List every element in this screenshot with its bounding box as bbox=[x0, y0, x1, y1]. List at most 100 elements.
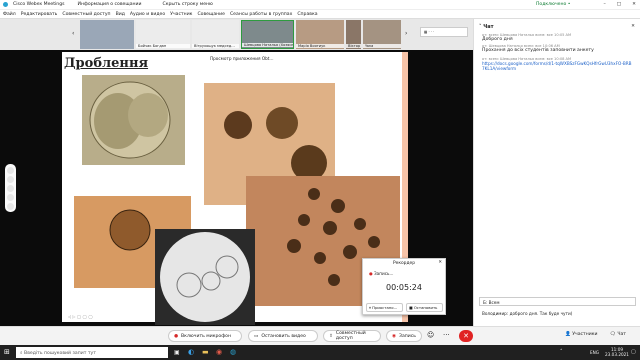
video-thumbnail[interactable]: Віктор bbox=[346, 20, 361, 49]
video-thumbnail[interactable]: Вітрухощук медсед… bbox=[192, 20, 239, 49]
stop-recording-button[interactable]: ■ Остановить bbox=[406, 303, 443, 312]
search-placeholder: Введіть пошуковий запит тут bbox=[24, 351, 96, 356]
menu-audio-video[interactable]: Аудио и видео bbox=[130, 12, 165, 17]
camera-icon: ▭ bbox=[254, 333, 259, 339]
eraser-tool-icon[interactable] bbox=[7, 203, 14, 210]
notification-icon[interactable]: ▢ bbox=[631, 349, 636, 355]
chrome-icon[interactable]: ◉ bbox=[216, 348, 222, 356]
edge-icon[interactable]: ◐ bbox=[188, 348, 194, 356]
mute-label: Включить микрофон bbox=[181, 333, 231, 339]
reactions-icon[interactable]: ☺ bbox=[427, 331, 434, 339]
message-text: Доброго дня bbox=[482, 37, 513, 42]
menu-participant[interactable]: Участник bbox=[170, 12, 192, 17]
recording-status-text: Запись... bbox=[374, 271, 394, 276]
stop-label: Остановить bbox=[413, 305, 438, 310]
record-icon: ◉ bbox=[392, 333, 397, 339]
video-button[interactable]: ▭ Остановить видео bbox=[248, 330, 318, 342]
title-bar: Cisco Webex Meetings Информация о совеща… bbox=[0, 0, 640, 10]
participants-icon: 👤 bbox=[565, 332, 571, 337]
taskbar-search[interactable]: ⌕ Введіть пошуковий запит тут bbox=[16, 347, 168, 358]
viewer-caption: Просмотр приложения Obt… bbox=[210, 56, 274, 61]
chat-message: от: всем: Шевцова Наталья всем: все 10:0… bbox=[482, 57, 632, 71]
clock-date: 23.03.2021 bbox=[605, 352, 629, 357]
more-options-icon[interactable]: ··· bbox=[443, 331, 450, 339]
scroll-left-icon[interactable]: ‹ bbox=[72, 30, 74, 37]
hide-menu-button[interactable]: Скрыть строку меню bbox=[163, 2, 213, 7]
pause-label: Приостано… bbox=[372, 305, 398, 310]
annotation-toolbar bbox=[5, 164, 16, 212]
menu-breakout[interactable]: Сеансы работы в группах bbox=[230, 12, 292, 17]
menu-edit[interactable]: Редактировать bbox=[21, 12, 58, 17]
chat-close-icon[interactable]: ✕ bbox=[631, 24, 635, 29]
recording-status: ● Запись... bbox=[369, 271, 393, 276]
video-thumbnail[interactable]: Yana bbox=[363, 20, 401, 49]
participant-count[interactable]: ▦ · · · bbox=[420, 27, 468, 37]
share-button[interactable]: ⇪ Совместный доступ bbox=[323, 330, 381, 342]
tray-up-icon[interactable]: ˄ bbox=[560, 349, 563, 355]
windows-start-icon[interactable]: ⊞ bbox=[4, 348, 10, 356]
recorder-popup: Рекордер ✕ ● Запись... 00:05:24 ⏸ Приост… bbox=[362, 258, 446, 315]
video-thumbnail[interactable]: Марія Воятиук bbox=[296, 20, 344, 49]
chat-icon: 🗨 bbox=[610, 332, 616, 337]
taskbar-clock[interactable]: 11:09 23.03.2021 bbox=[605, 347, 629, 357]
chat-panel-button[interactable]: 🗨 Чат bbox=[610, 332, 626, 337]
windows-taskbar: ⊞ ⌕ Введіть пошуковий запит тут ▣ ◐ ▬ ◉ … bbox=[0, 345, 640, 360]
language-indicator[interactable]: ENG bbox=[590, 350, 599, 355]
task-view-icon[interactable]: ▣ bbox=[174, 349, 180, 356]
webex-taskbar-icon[interactable]: ◍ bbox=[230, 348, 236, 356]
meeting-controls-bar bbox=[0, 326, 640, 345]
webex-logo-icon bbox=[3, 2, 8, 7]
meeting-info-button[interactable]: Информация о совещании bbox=[78, 2, 142, 7]
video-thumbnail[interactable]: Шевцова Наталья (Хозяин) bbox=[241, 20, 294, 49]
pointer-tool-icon[interactable] bbox=[7, 167, 14, 174]
recorder-close-icon[interactable]: ✕ bbox=[438, 260, 442, 265]
video-thumbnail[interactable] bbox=[80, 20, 134, 49]
chat-recipient[interactable]: Б: Всем bbox=[479, 297, 636, 306]
leave-meeting-button[interactable]: ✕ bbox=[459, 330, 473, 342]
menu-file[interactable]: Файл bbox=[3, 12, 16, 17]
chat-panel: ˅ Чат ✕ от: всем: Шевцова Наталья всем: … bbox=[473, 19, 640, 326]
thumbnail-label: Марія Воятиук bbox=[296, 44, 344, 48]
thumbnail-label: Вітрухощук медсед… bbox=[192, 44, 239, 48]
stop-icon: ■ bbox=[409, 305, 413, 310]
menu-view[interactable]: Вид bbox=[116, 12, 125, 17]
mute-button[interactable]: ● Включить микрофон bbox=[168, 330, 242, 342]
close-icon[interactable]: ✕ bbox=[632, 2, 636, 7]
recorder-title: Рекордер bbox=[393, 261, 415, 266]
participants-panel-button[interactable]: 👤 Участники bbox=[565, 332, 597, 337]
embryo-two-cell-image bbox=[82, 75, 185, 165]
presentation-slide: Дроблення Просмотр приложения Obt… ◁ ▷ ◯… bbox=[62, 52, 408, 325]
thumbnail-label: Шевцова Наталья (Хозяин) bbox=[242, 43, 293, 47]
chat-input[interactable]: Володимир: доброго дня. Так буде чути) bbox=[479, 309, 636, 319]
chat-title: Чат bbox=[483, 24, 494, 30]
video-thumbnail[interactable]: Бойчак Богдан bbox=[136, 20, 190, 49]
participants-label: Участники bbox=[572, 332, 598, 337]
record-button[interactable]: ◉ Запись bbox=[386, 330, 422, 342]
blastula-microscope-image bbox=[155, 229, 255, 325]
record-label: Запись bbox=[399, 333, 416, 339]
pause-recording-button[interactable]: ⏸ Приостано… bbox=[366, 303, 403, 312]
maximize-icon[interactable]: □ bbox=[617, 2, 621, 7]
scroll-right-icon[interactable]: › bbox=[405, 30, 407, 37]
message-text: Прохання до всіх студентів заповнити анк… bbox=[482, 48, 594, 53]
message-link[interactable]: https://docs.google.com/forms/d/1-tqWXBS… bbox=[482, 61, 632, 71]
shape-tool-icon[interactable] bbox=[7, 194, 14, 201]
text-tool-icon[interactable] bbox=[7, 176, 14, 183]
menu-meeting[interactable]: Совещание bbox=[197, 12, 225, 17]
menu-share[interactable]: Совместный доступ bbox=[62, 12, 110, 17]
draw-tool-icon[interactable] bbox=[7, 185, 14, 192]
pause-icon: ⏸ bbox=[369, 305, 371, 310]
mic-muted-icon: ● bbox=[174, 333, 179, 339]
explorer-icon[interactable]: ▬ bbox=[202, 348, 209, 356]
chat-label: Чат bbox=[617, 332, 626, 337]
search-icon: ⌕ bbox=[20, 351, 23, 356]
slide-nav-bar[interactable]: ◁ ▷ ◯ ◯ ◯ bbox=[68, 314, 148, 320]
thumbnail-label: Віктор bbox=[346, 44, 361, 48]
minimize-icon[interactable]: – bbox=[604, 2, 606, 7]
menu-help[interactable]: Справка bbox=[297, 12, 317, 17]
chat-message: от: Шевцова Наталья всем: все 10:06 AM П… bbox=[482, 44, 632, 53]
video-label: Остановить видео bbox=[261, 333, 306, 339]
chat-header: ˅ Чат bbox=[479, 24, 494, 30]
chat-message: от: всем: Шевцова Наталья всем: все 10:0… bbox=[482, 33, 632, 42]
slide-title: Дроблення bbox=[64, 56, 149, 71]
